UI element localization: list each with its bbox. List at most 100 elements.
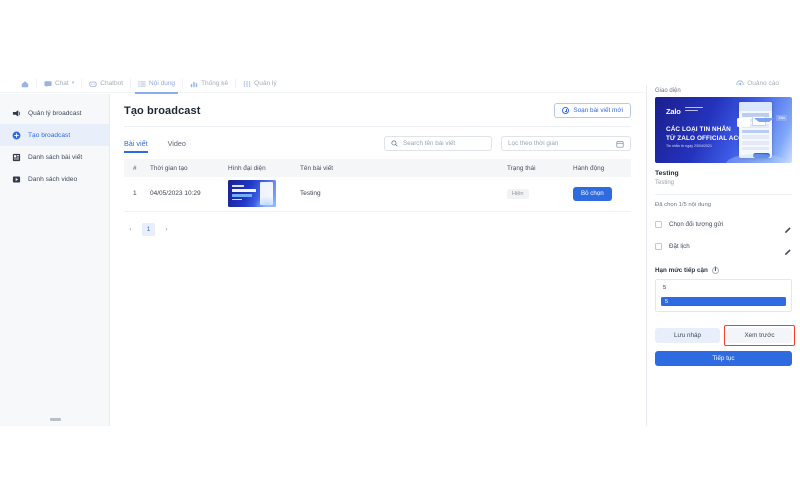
filter-group: Search tên bài viết Lọc theo thời gian	[384, 136, 631, 153]
nav-item-chatbot-label: Chatbot	[100, 80, 124, 87]
tab-bai-viet[interactable]: Bài viết	[124, 139, 148, 153]
grid-icon	[243, 80, 251, 88]
compose-new-post-label: Soạn bài viết mới	[573, 107, 623, 114]
sidebar-item-danh-sach-bai-viet[interactable]: Danh sách bài viết	[0, 146, 109, 168]
search-input-placeholder: Search tên bài viết	[403, 140, 456, 147]
thumbnail-line	[232, 199, 242, 201]
quota-value[interactable]: 5	[661, 284, 786, 292]
sidebar-item-quan-ly-broadcast[interactable]: Quản lý broadcast	[0, 102, 109, 124]
cell-action: Bỏ chọn	[569, 177, 631, 212]
option-row-audience[interactable]: Chọn đối tượng gửi	[655, 219, 792, 233]
option-row-schedule[interactable]: Đặt lịch	[655, 241, 792, 255]
thumbnail-line	[232, 189, 256, 193]
cell-post-name: Testing	[296, 177, 503, 212]
sidebar-item-danh-sach-video[interactable]: Danh sách video	[0, 168, 109, 190]
phone-row	[742, 140, 769, 145]
nav-item-chatbot[interactable]: Chatbot	[82, 75, 130, 93]
search-icon	[391, 140, 398, 147]
save-draft-button[interactable]: Lưu nháp	[655, 328, 720, 343]
tab-bai-viet-label: Bài viết	[124, 139, 148, 148]
pagination-page-1[interactable]: 1	[142, 222, 155, 236]
app-screenshot: Chat ▾ Chatbot Nội dung Thống kê Quản lý…	[0, 0, 800, 500]
column-header-time: Thời gian tạo	[146, 159, 224, 177]
column-header-status: Trạng thái	[503, 159, 569, 177]
column-header-thumb: Hình đại diện	[224, 159, 296, 177]
table-header-row: # Thời gian tạo Hình đại diện Tên bài vi…	[124, 159, 631, 177]
search-input[interactable]: Search tên bài viết	[384, 136, 492, 151]
thumbnail-line	[232, 194, 252, 197]
column-header-index: #	[124, 159, 146, 177]
right-panel: Giao diện Zalo CÁC LOẠI TIN NHẮN TỪ ZALO…	[646, 85, 800, 426]
preview-subtitle: Testing	[655, 180, 675, 186]
date-range-placeholder: Lọc theo thời gian	[508, 140, 559, 147]
pagination-next-button[interactable]: ›	[160, 223, 173, 236]
date-range-filter[interactable]: Lọc theo thời gian	[501, 136, 631, 151]
posts-table: # Thời gian tạo Hình đại diện Tên bài vi…	[124, 159, 631, 212]
right-panel-section-label: Giao diện	[655, 88, 681, 94]
tab-video-label: Video	[167, 139, 186, 148]
main-content: Tạo broadcast Soạn bài viết mới Bài viết…	[110, 94, 645, 426]
banner-chip-shape	[737, 118, 750, 127]
posts-table-body: 1 04/05/2023 10:29 Testing Hiện Bỏ chọn	[124, 177, 631, 212]
zalo-logo: Zalo	[666, 107, 681, 116]
phone-row	[742, 146, 769, 151]
sidebar-item-label: Quản lý broadcast	[28, 109, 82, 117]
panel-button-row: Lưu nháp Xem trước	[655, 325, 795, 346]
cell-created-at: 04/05/2023 10:29	[146, 177, 224, 212]
preview-title: Testing	[655, 170, 679, 177]
chevron-down-icon: ▾	[71, 80, 75, 86]
home-icon	[21, 80, 29, 88]
continue-button[interactable]: Tiếp tục	[655, 351, 792, 366]
phone-row	[742, 135, 769, 139]
status-badge: Hiện	[507, 188, 529, 199]
column-header-name: Tên bài viết	[296, 159, 503, 177]
panel-divider	[655, 194, 792, 195]
nav-item-noi-dung[interactable]: Nội dung	[131, 75, 182, 94]
banner-tag: Zalo	[776, 115, 787, 121]
tab-video[interactable]: Video	[168, 139, 186, 153]
nav-item-quan-ly[interactable]: Quản lý	[236, 75, 283, 93]
phone-row	[742, 129, 769, 134]
option-label: Đặt lịch	[669, 243, 690, 250]
content-list-icon	[138, 80, 146, 88]
bar-chart-icon	[190, 80, 198, 88]
selected-content-count: Đã chọn 1/5 nội dung	[655, 202, 712, 208]
quota-progress-bar[interactable]: 5	[661, 297, 786, 306]
deselect-button[interactable]: Bỏ chọn	[573, 186, 612, 201]
preview-button[interactable]: Xem trước	[727, 328, 792, 343]
pagination: ‹ 1 ›	[124, 222, 631, 236]
quota-bar-value: 5	[665, 298, 668, 305]
zalo-logo-subtext	[685, 107, 703, 113]
column-header-action: Hành động	[569, 159, 631, 177]
plus-circle-icon	[12, 131, 21, 140]
banner-phone-mockup	[739, 102, 772, 158]
option-label: Chọn đối tượng gửi	[669, 221, 723, 228]
nav-item-quan-ly-label: Quản lý	[254, 80, 277, 87]
sidebar-item-label: Danh sách bài viết	[28, 153, 83, 161]
collapse-bar-icon	[49, 417, 61, 421]
quota-section-title: Hạn mức tiếp cận i	[655, 267, 792, 274]
table-row[interactable]: 1 04/05/2023 10:29 Testing Hiện Bỏ chọn	[124, 177, 631, 212]
info-icon[interactable]: i	[711, 267, 719, 274]
nav-item-chat-label: Chat	[55, 80, 69, 87]
sidebar-collapse-handle[interactable]	[0, 412, 110, 426]
pencil-icon[interactable]	[784, 243, 792, 255]
compose-new-post-button[interactable]: Soạn bài viết mới	[554, 103, 631, 118]
header-divider	[124, 126, 631, 127]
content-tabs: Bài viết Video	[124, 139, 186, 153]
schedule-checkbox[interactable]	[655, 243, 662, 250]
posts-table-head: # Thời gian tạo Hình đại diện Tên bài vi…	[124, 159, 631, 177]
pencil-icon[interactable]	[784, 221, 792, 233]
sidebar-item-tao-broadcast[interactable]: Tạo broadcast	[0, 124, 109, 146]
nav-item-home[interactable]	[14, 75, 36, 93]
nav-item-thong-ke[interactable]: Thống kê	[183, 75, 235, 93]
cell-status: Hiện	[503, 177, 569, 212]
page-title: Tạo broadcast	[124, 104, 201, 117]
pagination-prev-button[interactable]: ‹	[124, 223, 137, 236]
nav-item-chat[interactable]: Chat ▾	[37, 75, 81, 93]
audience-checkbox[interactable]	[655, 221, 662, 228]
plus-circle-icon	[562, 107, 570, 114]
chatbot-icon	[89, 80, 97, 88]
thumbnail-glow	[254, 196, 276, 208]
phone-header-bar	[739, 102, 772, 111]
